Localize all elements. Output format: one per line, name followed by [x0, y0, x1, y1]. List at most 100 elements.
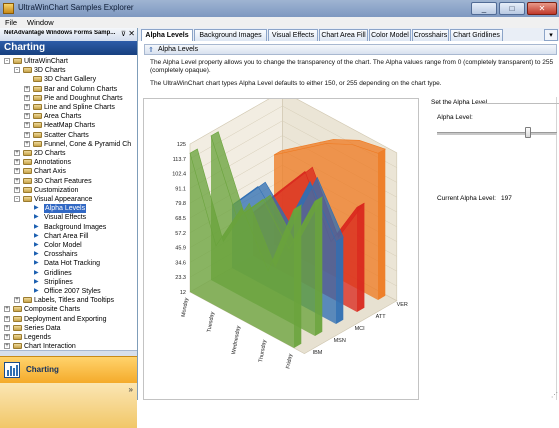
- x-tick-label: Wednesday: [231, 325, 242, 355]
- menu-window[interactable]: Window: [27, 18, 54, 27]
- expand-icon[interactable]: +: [24, 131, 30, 138]
- tab-chart-gridlines[interactable]: Chart Gridlines: [450, 29, 503, 41]
- sample-content: ⇑ Alpha Levels The Alpha Level property …: [138, 41, 559, 400]
- collapse-icon[interactable]: -: [14, 67, 20, 74]
- section-title: Alpha Levels: [158, 46, 199, 53]
- maximize-button[interactable]: □: [499, 2, 525, 15]
- expand-icon[interactable]: +: [14, 186, 20, 193]
- tree-node-label: UltraWinChart: [24, 58, 68, 65]
- close-icon[interactable]: ✕: [128, 29, 135, 38]
- current-alpha-value: 197: [501, 195, 512, 202]
- minimize-button[interactable]: _: [471, 2, 497, 15]
- tree-node-label: Annotations: [34, 159, 71, 167]
- folder-icon: [13, 58, 22, 64]
- pin-icon[interactable]: ⊽: [121, 30, 126, 38]
- alpha-level-slider[interactable]: [437, 127, 557, 139]
- folder-icon: [33, 122, 42, 129]
- arrow-icon: ▶: [34, 251, 39, 258]
- y-tick-label: 12: [180, 290, 186, 296]
- tab-visual-effects[interactable]: Visual Effects: [268, 29, 318, 41]
- folder-icon: [33, 113, 42, 120]
- section-header[interactable]: ⇑ Alpha Levels: [144, 44, 557, 55]
- tree-node-label: Labels, Titles and Tooltips: [34, 297, 115, 305]
- series-cap-mci: [336, 237, 344, 324]
- tab-color-model[interactable]: Color Model: [369, 29, 411, 41]
- folder-icon: [23, 168, 32, 175]
- expand-icon[interactable]: +: [24, 104, 30, 110]
- tree-node-label: Funnel, Cone & Pyramid Ch: [44, 140, 132, 148]
- y-tick-label: 91.1: [175, 186, 186, 192]
- tree-node-label: 3D Chart Gallery: [44, 76, 97, 84]
- tree-node-label: Visual Effects: [44, 214, 87, 222]
- arrow-icon: ▶: [34, 232, 39, 239]
- folder-icon: [13, 334, 22, 340]
- expand-icon[interactable]: +: [24, 113, 30, 120]
- chart-area[interactable]: 12 23.3 34.6 45.9 57.2 68.5 79.8 91.1 102.4 113.7…: [143, 90, 419, 400]
- x-tick-label: Thursday: [258, 339, 268, 363]
- arrow-icon: ▶: [34, 260, 39, 267]
- close-button[interactable]: ✕: [527, 2, 557, 15]
- expand-icon[interactable]: +: [14, 150, 20, 156]
- collapse-icon[interactable]: -: [4, 58, 10, 64]
- explorer-tab[interactable]: NetAdvantage Windows Forms Samp... ⊽ ✕: [0, 28, 137, 42]
- samples-tree[interactable]: - UltraWinChart -3D Charts 3D Chart Gallery…: [0, 55, 137, 375]
- folder-icon: [23, 67, 32, 74]
- tree-node-label: Chart Axis: [34, 168, 66, 176]
- folder-icon: [33, 104, 42, 110]
- window-title: UltraWinChart Samples Explorer: [18, 3, 134, 12]
- folder-icon: [13, 315, 22, 322]
- panel-header: Charting: [0, 41, 137, 55]
- expand-icon[interactable]: +: [24, 122, 30, 129]
- folder-icon: [33, 76, 42, 83]
- tab-overflow-button[interactable]: ▾: [544, 29, 558, 41]
- slider-track[interactable]: [437, 132, 557, 135]
- expand-icon[interactable]: +: [14, 177, 20, 184]
- slider-thumb[interactable]: [525, 127, 531, 138]
- expand-icon[interactable]: +: [14, 168, 20, 175]
- app-icon: [3, 3, 14, 14]
- chevron-right-icon[interactable]: »: [129, 385, 133, 394]
- series-label: MCI: [355, 326, 366, 332]
- tree-node-label: Scatter Charts: [44, 131, 89, 139]
- expand-icon[interactable]: +: [24, 85, 30, 92]
- y-tick-label: 79.8: [175, 201, 186, 207]
- tab-background-images[interactable]: Background Images: [194, 29, 267, 41]
- arrow-icon: ▶: [34, 269, 39, 276]
- folder-icon: [23, 196, 32, 202]
- arrow-icon: ▶: [34, 278, 39, 285]
- current-alpha-label: Current Alpha Level:: [437, 195, 496, 202]
- expand-icon[interactable]: +: [4, 315, 10, 322]
- expand-icon[interactable]: +: [14, 297, 20, 304]
- title-bar[interactable]: UltraWinChart Samples Explorer _ □ ✕: [0, 0, 559, 18]
- menu-file[interactable]: File: [5, 18, 17, 27]
- folder-icon: [13, 306, 22, 313]
- folder-icon: [23, 177, 32, 184]
- resize-grip-icon[interactable]: ⋰: [551, 391, 558, 399]
- expand-icon[interactable]: +: [4, 343, 10, 350]
- expand-icon[interactable]: +: [24, 140, 30, 147]
- collapse-icon[interactable]: ⇑: [148, 46, 154, 54]
- x-tick-label: Tuesday: [206, 311, 216, 333]
- folder-icon: [23, 297, 32, 304]
- expand-icon[interactable]: +: [4, 306, 10, 313]
- tab-crosshairs[interactable]: Crosshairs: [412, 29, 449, 41]
- x-tick-label: Friday: [285, 353, 294, 369]
- charting-group-button[interactable]: Charting: [0, 356, 137, 384]
- expand-icon[interactable]: +: [4, 324, 10, 331]
- area-chart-3d[interactable]: 12 23.3 34.6 45.9 57.2 68.5 79.8 91.1 102.4 113.7…: [144, 90, 418, 399]
- collapse-icon[interactable]: -: [14, 196, 20, 202]
- folder-icon: [33, 85, 42, 92]
- expand-icon[interactable]: +: [24, 94, 30, 101]
- expand-icon[interactable]: +: [14, 159, 20, 166]
- expand-icon[interactable]: +: [4, 334, 10, 340]
- series-label: MSN: [334, 338, 346, 344]
- chart-icon: [4, 362, 20, 378]
- charting-group-label: Charting: [26, 365, 59, 374]
- tree-node-label: Office 2007 Styles: [44, 288, 101, 295]
- folder-icon: [33, 94, 42, 101]
- tab-chart-area-fill[interactable]: Chart Area Fill: [319, 29, 368, 41]
- folder-icon: [33, 140, 42, 147]
- description-defaults: The UltraWinChart chart types Alpha Leve…: [150, 80, 442, 87]
- y-tick-label: 125: [177, 142, 186, 148]
- tree-node-label: Bar and Column Charts: [44, 85, 118, 93]
